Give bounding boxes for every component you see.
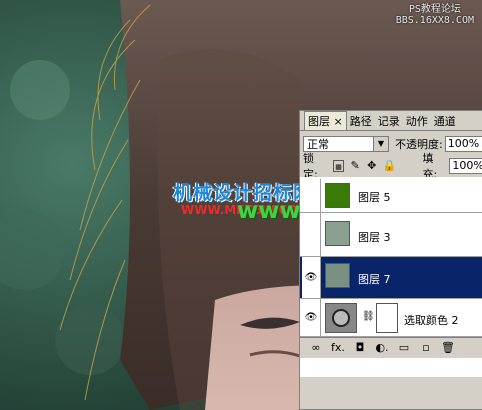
layer-thumbnail — [325, 221, 350, 246]
link-icon[interactable]: ∞ — [308, 341, 324, 355]
layer-row[interactable]: 👁 ⛓ 选取颜色 2 — [300, 299, 482, 337]
eye-icon[interactable]: 👁 — [302, 299, 321, 336]
eye-icon[interactable]: 👁 — [302, 257, 321, 298]
layer-name: 图层 7 — [358, 273, 391, 286]
lock-brush-icon[interactable]: ✎ — [349, 160, 361, 172]
fill-field[interactable]: 100% — [449, 158, 482, 174]
layer-row[interactable]: 图层 3 — [300, 213, 482, 257]
chain-link-icon[interactable]: ⛓ — [362, 311, 375, 322]
mask-icon[interactable]: ◘ — [352, 341, 368, 355]
adjustment-icon[interactable]: ◐. — [374, 341, 390, 355]
opacity-field[interactable]: 100% — [444, 136, 482, 152]
layer-name: 图层 3 — [358, 231, 391, 244]
tab-paths[interactable]: 路径 — [347, 112, 375, 130]
tab-close-icon[interactable]: × — [334, 115, 343, 128]
layer-thumbnail — [325, 263, 350, 288]
layers-panel: 图层 × 路径 记录 动作 通道 正常 ▼ 不透明度: 100% 锁定: ▦ ✎… — [299, 110, 482, 410]
tab-layers[interactable]: 图层 × — [304, 111, 347, 130]
layer-row-selected[interactable]: 👁 图层 7 — [300, 257, 482, 299]
panel-bottom-bar: ∞ fx. ◘ ◐. ▭ ▫ 🗑 — [300, 337, 482, 358]
forum-watermark: PS教程论坛 BBS.16XX8.COM — [396, 4, 474, 26]
tab-layers-label: 图层 — [308, 115, 330, 128]
site-watermark: 机械设计招标网 WWW.MEZBW.COM www.68ps.com — [173, 178, 432, 224]
panel-tabs: 图层 × 路径 记录 动作 通道 — [300, 111, 482, 131]
mask-thumbnail — [376, 303, 398, 333]
layer-thumbnail — [325, 183, 350, 208]
lock-row: 锁定: ▦ ✎ ✥ 🔒 填充: 100% — [300, 152, 482, 181]
watermark-line1: PS教程论坛 — [408, 4, 461, 15]
chevron-down-icon[interactable]: ▼ — [373, 137, 388, 151]
visibility-toggle[interactable] — [302, 179, 321, 212]
folder-icon[interactable]: ▭ — [396, 341, 412, 355]
new-layer-icon[interactable]: ▫ — [418, 341, 434, 355]
watermark-line2: BBS.16XX8.COM — [395, 15, 474, 26]
layer-name: 图层 5 — [358, 191, 391, 204]
tab-history[interactable]: 记录 — [375, 112, 403, 130]
lock-all-icon[interactable]: 🔒 — [383, 160, 397, 172]
trash-icon[interactable]: 🗑 — [440, 341, 456, 355]
adjustment-thumbnail — [325, 303, 357, 333]
tab-channels[interactable]: 通道 — [431, 112, 459, 130]
tab-actions[interactable]: 动作 — [403, 112, 431, 130]
lock-move-icon[interactable]: ✥ — [366, 160, 378, 172]
layer-row[interactable]: 图层 5 — [300, 179, 482, 213]
fx-icon[interactable]: fx. — [330, 341, 346, 355]
layer-name: 选取颜色 2 — [404, 314, 459, 327]
lock-transparent-icon[interactable]: ▦ — [332, 160, 345, 172]
visibility-toggle[interactable] — [302, 213, 321, 256]
